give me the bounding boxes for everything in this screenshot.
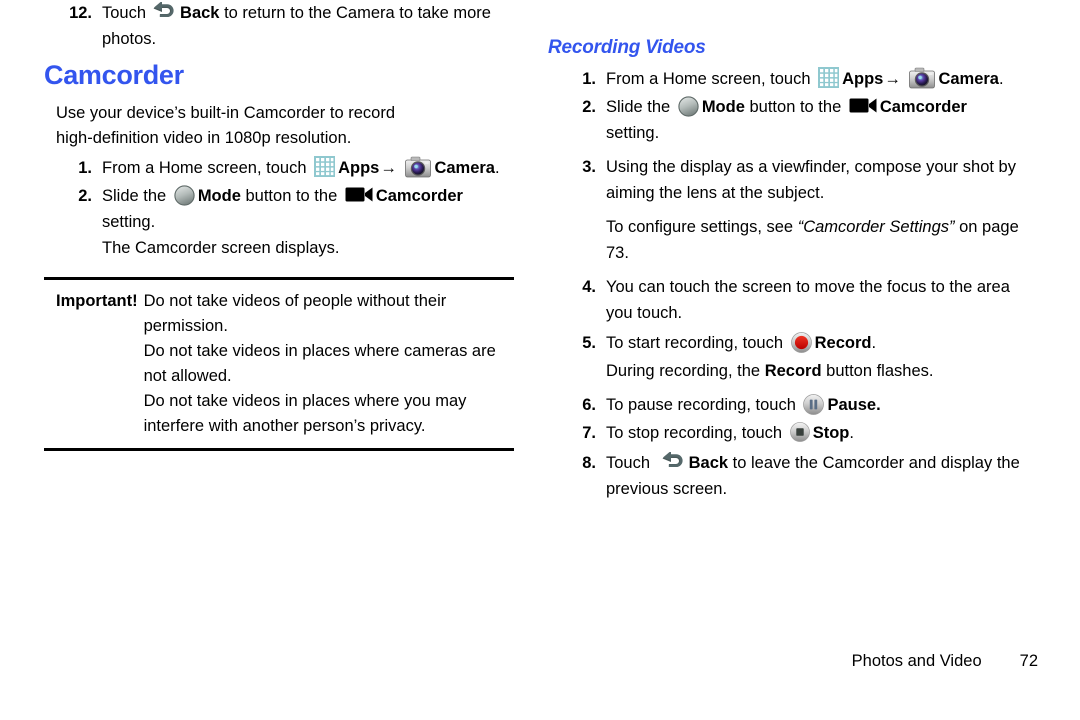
step-number: 7. — [582, 423, 596, 442]
step-3-continuation: To configure settings, see “Camcorder Se… — [548, 214, 1038, 266]
arrow-right-glyph: → — [380, 158, 397, 177]
page-footer: Photos and Video 72 — [548, 652, 1074, 671]
cont-text: During recording, the — [606, 361, 761, 380]
list-item-right-step-5: 5. To start recording, touch Record. — [548, 330, 1038, 356]
mode-circle-icon — [174, 185, 195, 206]
step-text-cont: button to the — [245, 186, 338, 205]
record-button-icon — [790, 332, 812, 353]
step-bold-camcorder: Camcorder — [375, 186, 463, 205]
camcorder-icon — [849, 96, 877, 115]
cross-reference-title: “Camcorder Settings” — [797, 217, 955, 236]
step-bold-mode: Mode — [197, 186, 241, 205]
intro-paragraph: Use your device’s built-in Camcorder to … — [56, 103, 395, 147]
pause-button-icon — [803, 394, 825, 415]
step-text: From a Home screen, touch — [102, 158, 307, 177]
step-text-end: . — [849, 423, 854, 442]
step-number: 12. — [69, 4, 92, 22]
list-item-right-step-4: 4. You can touch the screen to move the f… — [548, 274, 1038, 326]
important-note-box: Important! Do not take videos of people … — [44, 276, 514, 451]
list-item-right-step-7: 7. To stop recording, touch Stop. — [548, 420, 1038, 446]
step-bold-back: Back — [180, 4, 220, 22]
list-item-right-step-8: 8. Touch Back to leave the Camcorder and … — [548, 450, 1038, 502]
step-number: 2. — [582, 97, 596, 116]
list-item-right-step-3: 3. Using the display as a viewfinder, com… — [548, 154, 1038, 206]
step-number: 4. — [582, 277, 596, 296]
step-number: 1. — [582, 69, 596, 88]
cont-text: To configure settings, see — [606, 217, 794, 236]
step-text: To stop recording, touch — [606, 423, 783, 442]
step-text: Touch — [606, 453, 651, 472]
footer-section-label: Photos and Video — [851, 652, 982, 670]
section-title-recording-videos: Recording Videos — [548, 37, 706, 58]
list-item-step-12: 12. Touch Back to return to the Camera to… — [44, 0, 524, 52]
step-bold-stop: Stop — [812, 423, 850, 442]
cont-text-end: button flashes. — [826, 361, 934, 380]
step-number: 6. — [582, 395, 596, 414]
important-label: Important! — [56, 291, 138, 310]
step-text: You can touch the screen to move the foc… — [606, 277, 1010, 322]
step-bold-apps: Apps — [842, 69, 884, 88]
manual-page: 12. Touch Back to return to the Camera to… — [0, 0, 1080, 720]
mode-circle-icon — [678, 96, 699, 117]
important-line: Do not take videos of people without the… — [143, 291, 447, 335]
step-number: 1. — [78, 158, 92, 177]
apps-grid-icon — [818, 66, 840, 88]
step-bold-mode: Mode — [701, 97, 745, 116]
step-text: Using the display as a viewfinder, compo… — [606, 157, 1016, 202]
step-number: 5. — [582, 333, 596, 352]
step-text-end: . — [494, 158, 500, 177]
cont-bold-record: Record — [764, 361, 822, 380]
step-text: Slide the — [102, 186, 167, 205]
step-bold-camera: Camera — [434, 158, 495, 177]
right-column: Recording Videos 1. From a Home screen, t… — [548, 0, 1038, 504]
step-bold-camera: Camera — [938, 69, 999, 88]
step-subtext-screen-displays: The Camcorder screen displays. — [102, 238, 340, 257]
page-title-camcorder: Camcorder — [44, 60, 184, 90]
list-item-left-step-2: 2. Slide the Mode button to the Camcorder… — [44, 183, 524, 261]
step-text-end: . — [998, 69, 1004, 88]
back-arrow-icon — [149, 2, 177, 22]
footer-page-number: 72 — [1019, 652, 1038, 670]
left-column: 12. Touch Back to return to the Camera to… — [44, 0, 524, 451]
step-bold-apps: Apps — [338, 158, 380, 177]
camera-icon — [909, 67, 936, 89]
stop-button-icon — [789, 422, 810, 442]
step-text-setting: setting. — [606, 123, 660, 142]
step-bold-back: Back — [688, 453, 729, 472]
important-line: Do not take videos in places where you m… — [143, 391, 467, 435]
step-text-end: . — [871, 333, 877, 352]
step-text-setting: setting. — [102, 212, 156, 231]
list-item-right-step-2: 2. Slide the Mode button to the Camcorder… — [548, 94, 1038, 146]
apps-grid-icon — [314, 155, 336, 177]
step-number: 2. — [78, 186, 92, 205]
step-text-cont: button to the — [749, 97, 842, 116]
step-number: 8. — [582, 453, 596, 472]
step-text: Slide the — [606, 97, 671, 116]
step-text: To pause recording, touch — [606, 395, 796, 414]
step-number: 3. — [582, 157, 596, 176]
important-body: Do not take videos of people without the… — [144, 289, 514, 439]
step-bold-camcorder: Camcorder — [879, 97, 967, 116]
list-item-right-step-1: 1. From a Home screen, touch Apps→ Camera… — [548, 66, 1038, 92]
step-bold-pause: Pause. — [827, 395, 881, 414]
step-text: From a Home screen, touch — [606, 69, 811, 88]
list-item-left-step-1: 1. From a Home screen, touch Apps→ Camera… — [44, 155, 524, 181]
important-line: Do not take videos in places where camer… — [143, 341, 496, 385]
divider-bottom — [44, 447, 514, 451]
back-arrow-icon — [658, 451, 686, 472]
step-text: To start recording, touch — [606, 333, 784, 352]
camcorder-icon — [345, 185, 373, 204]
step-5-continuation: During recording, the Record button flas… — [548, 358, 1038, 384]
step-bold-record: Record — [814, 333, 872, 352]
arrow-right-glyph: → — [884, 69, 901, 88]
camera-icon — [405, 156, 432, 178]
list-item-right-step-6: 6. To pause recording, touch Pause. — [548, 392, 1038, 418]
step-text: Touch — [102, 4, 147, 22]
